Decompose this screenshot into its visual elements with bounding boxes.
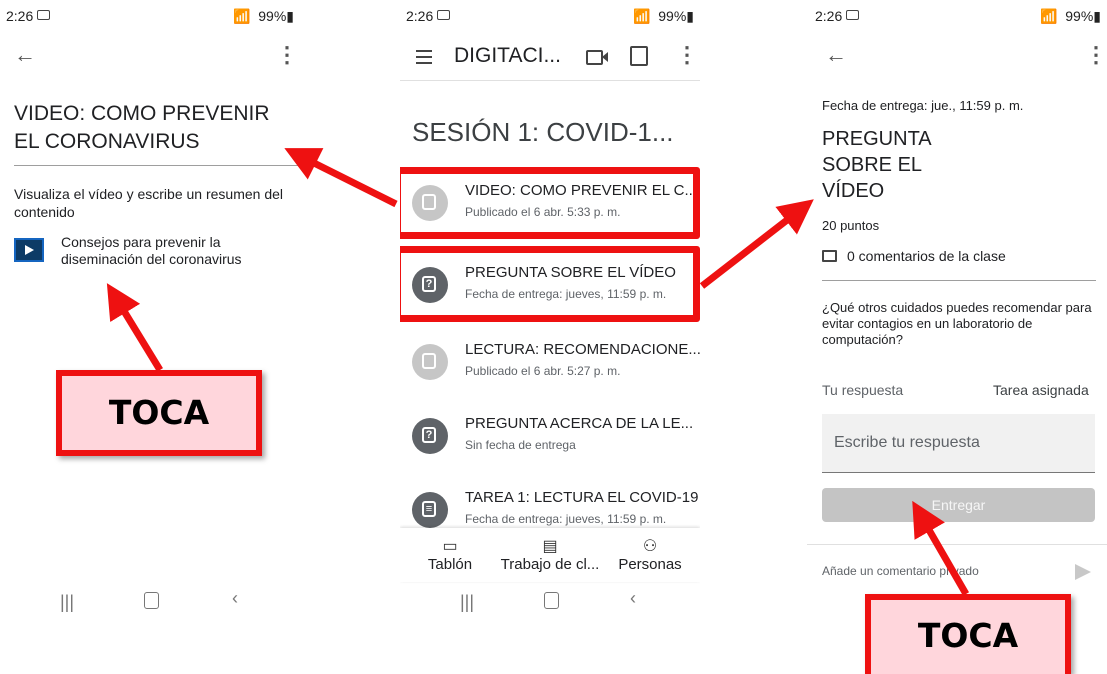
bottom-tab-bar: ▭ Tablón ▤ Trabajo de cl... ⚇ Personas (400, 528, 700, 582)
highlight-box-question (400, 246, 700, 322)
question-icon: ? (412, 418, 448, 454)
status-time: 2:26 (6, 8, 34, 24)
video-call-icon[interactable] (586, 50, 603, 65)
class-name: DIGITACI... (454, 44, 561, 67)
assignment-status: Tarea asignada (993, 382, 1089, 398)
arrow-to-right-title (699, 199, 814, 289)
your-answer-label: Tu respuesta (822, 382, 904, 398)
tab-classwork[interactable]: ▤ Trabajo de cl... (494, 536, 606, 573)
private-divider (807, 544, 1107, 545)
home-icon[interactable] (144, 592, 159, 609)
list-item-reading[interactable]: LECTURA: RECOMENDACIONE... Publicado el … (400, 331, 700, 393)
stream-icon: ▭ (442, 538, 458, 555)
comments-divider (822, 280, 1096, 281)
status-bar: 2:26 📶 99%▮ (6, 8, 294, 26)
status-time: 2:26 (406, 8, 434, 24)
video-thumbnail-icon (14, 238, 44, 262)
question-title: PREGUNTA SOBRE EL VÍDEO (822, 128, 932, 202)
back-nav-icon[interactable]: ‹ (232, 588, 238, 609)
recent-apps-icon[interactable]: ||| (60, 592, 74, 613)
more-options-icon[interactable]: ⋮ (1085, 42, 1107, 68)
list-item-question-reading[interactable]: ? PREGUNTA ACERCA DE LA LE... Sin fecha … (400, 405, 700, 467)
more-options-icon[interactable]: ⋮ (676, 42, 698, 68)
people-icon: ⚇ (642, 538, 658, 555)
send-icon[interactable] (1075, 564, 1091, 580)
tab-stream[interactable]: ▭ Tablón (420, 536, 480, 573)
classwork-icon: ▤ (542, 538, 558, 555)
status-bar: 2:26 📶 99%▮ (815, 8, 1101, 26)
question-text: ¿Qué otros cuidados puedes recomendar pa… (822, 300, 1092, 347)
image-notification-icon (37, 10, 51, 20)
section-title: SESIÓN 1: COVID-1... (412, 117, 674, 147)
image-notification-icon (846, 10, 860, 20)
arrow-to-left-title (284, 148, 398, 208)
highlight-box-video (400, 167, 700, 239)
status-time: 2:26 (815, 8, 843, 24)
status-icons: 📶 99%▮ (1040, 8, 1101, 24)
answer-input[interactable]: Escribe tu respuesta (822, 414, 1095, 473)
recent-apps-icon[interactable]: ||| (460, 592, 474, 613)
video-attachment[interactable]: Consejos para prevenir la diseminación d… (14, 234, 284, 274)
class-info-icon[interactable] (630, 46, 648, 66)
assignment-icon: ≡ (412, 492, 448, 528)
right-screen: 2:26 📶 99%▮ ← ⋮ Fecha de entrega: jue., … (807, 0, 1107, 674)
video-call-icon-lens (602, 52, 608, 62)
title-divider (14, 165, 300, 166)
page-title: VIDEO: COMO PREVENIR EL CORONAVIRUS (14, 102, 270, 153)
class-comments[interactable]: 0 comentarios de la clase (822, 248, 1006, 264)
status-icons: 📶 99%▮ (233, 8, 294, 24)
points: 20 puntos (822, 218, 880, 233)
tab-people[interactable]: ⚇ Personas (614, 536, 686, 573)
back-nav-icon[interactable]: ‹ (630, 588, 636, 609)
home-icon[interactable] (544, 592, 559, 609)
comment-icon (822, 250, 837, 262)
back-arrow-icon[interactable]: ← (14, 42, 36, 68)
more-options-icon[interactable]: ⋮ (276, 42, 298, 68)
book-icon (412, 344, 448, 380)
status-bar: 2:26 📶 99%▮ (406, 8, 694, 26)
image-notification-icon (437, 10, 451, 20)
left-screen: 2:26 📶 99%▮ ← ⋮ VIDEO: COMO PREVENIR EL … (0, 0, 300, 674)
back-arrow-icon[interactable]: ← (825, 42, 847, 68)
menu-icon[interactable] (416, 50, 432, 64)
tap-callout: TOCA (56, 370, 262, 456)
assignment-description: Visualiza el vídeo y escribe un resumen … (14, 186, 284, 220)
toolbar-divider (400, 80, 700, 81)
tap-callout: TOCA (865, 594, 1071, 674)
due-date: Fecha de entrega: jue., 11:59 p. m. (822, 98, 1024, 113)
middle-screen: 2:26 📶 99%▮ DIGITACI... ⋮ SESIÓN 1: COVI… (400, 0, 700, 674)
private-comment-input[interactable]: Añade un comentario privado (822, 564, 979, 578)
status-icons: 📶 99%▮ (633, 8, 694, 24)
submit-button[interactable]: Entregar (822, 488, 1095, 522)
attachment-title: Consejos para prevenir la diseminación d… (61, 234, 242, 267)
